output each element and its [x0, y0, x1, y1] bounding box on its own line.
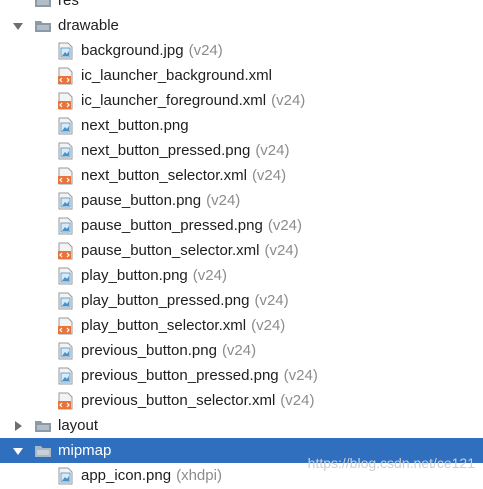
- folder-label-mipmap: mipmap: [58, 442, 111, 459]
- folder-icon: [34, 444, 52, 458]
- file-label: previous_button_pressed.png (v24): [81, 367, 318, 384]
- item-name: layout: [58, 417, 99, 434]
- item-name: pause_button_pressed.png: [81, 217, 263, 234]
- item-name: res: [58, 0, 79, 9]
- file-label: play_button.png (v24): [81, 267, 227, 284]
- item-qualifier: (v24): [251, 167, 287, 184]
- xml-file-icon: [58, 392, 74, 410]
- item-name: ic_launcher_background.xml: [81, 67, 272, 84]
- folder-icon: [34, 419, 52, 433]
- file-row[interactable]: previous_button.png (v24): [0, 338, 483, 363]
- folder-icon: [34, 19, 52, 33]
- folder-label-layout: layout: [58, 417, 98, 434]
- folder-label-res: res: [58, 0, 79, 9]
- image-file-icon: [58, 42, 74, 60]
- folder-label-drawable: drawable: [58, 17, 119, 34]
- item-name: previous_button_selector.xml: [81, 392, 276, 409]
- chevron-down-icon[interactable]: [12, 445, 24, 457]
- item-qualifier: (v24): [251, 317, 286, 334]
- image-file-icon: [58, 267, 74, 285]
- item-qualifier: (v24): [264, 242, 299, 259]
- file-label: play_button_selector.xml (v24): [81, 317, 285, 334]
- item-name: play_button_selector.xml: [81, 317, 247, 334]
- file-label: next_button_pressed.png (v24): [81, 142, 290, 159]
- item-qualifier: (v24): [280, 392, 315, 409]
- item-name: next_button_pressed.png: [81, 142, 251, 159]
- file-row[interactable]: background.jpg (v24): [0, 38, 483, 63]
- folder-row-drawable[interactable]: drawable: [0, 13, 483, 38]
- file-label: previous_button_selector.xml (v24): [81, 392, 314, 409]
- item-qualifier: (v24): [206, 192, 241, 209]
- file-row[interactable]: pause_button.png (v24): [0, 188, 483, 213]
- file-label: pause_button.png (v24): [81, 192, 240, 209]
- item-name: next_button.png: [81, 117, 189, 134]
- file-label: play_button_pressed.png (v24): [81, 292, 289, 309]
- item-qualifier: (v24): [221, 342, 257, 359]
- file-row[interactable]: next_button_selector.xml (v24): [0, 163, 483, 188]
- chevron-right-icon[interactable]: [12, 420, 24, 432]
- xml-file-icon: [58, 242, 74, 260]
- file-label: pause_button_selector.xml (v24): [81, 242, 299, 259]
- item-qualifier: (v24): [267, 217, 303, 234]
- file-label: background.jpg (v24): [81, 42, 223, 59]
- file-row[interactable]: play_button_selector.xml (v24): [0, 313, 483, 338]
- file-label: next_button.png: [81, 117, 189, 134]
- file-row[interactable]: ic_launcher_background.xml: [0, 63, 483, 88]
- item-qualifier: (xhdpi): [176, 467, 222, 484]
- item-name: pause_button.png: [81, 192, 202, 209]
- image-file-icon: [58, 217, 74, 235]
- watermark: https://blog.csdn.net/ce121: [307, 455, 475, 471]
- file-row[interactable]: ic_launcher_foreground.xml (v24): [0, 88, 483, 113]
- file-label: ic_launcher_background.xml: [81, 67, 272, 84]
- image-file-icon: [58, 467, 74, 485]
- file-row[interactable]: next_button_pressed.png (v24): [0, 138, 483, 163]
- xml-file-icon: [58, 67, 74, 85]
- item-name: mipmap: [58, 442, 112, 459]
- file-label: previous_button.png (v24): [81, 342, 256, 359]
- file-row[interactable]: play_button.png (v24): [0, 263, 483, 288]
- file-row[interactable]: previous_button_pressed.png (v24): [0, 363, 483, 388]
- item-name: previous_button_pressed.png: [81, 367, 279, 384]
- file-label: app_icon.png (xhdpi): [81, 467, 222, 484]
- image-file-icon: [58, 367, 74, 385]
- file-row[interactable]: next_button.png: [0, 113, 483, 138]
- file-row[interactable]: pause_button_selector.xml (v24): [0, 238, 483, 263]
- file-row[interactable]: pause_button_pressed.png (v24): [0, 213, 483, 238]
- folder-icon: [34, 0, 52, 8]
- item-name: play_button.png: [81, 267, 188, 284]
- file-label: next_button_selector.xml (v24): [81, 167, 286, 184]
- item-qualifier: (v24): [255, 142, 290, 159]
- image-file-icon: [58, 342, 74, 360]
- item-name: pause_button_selector.xml: [81, 242, 260, 259]
- image-file-icon: [58, 192, 74, 210]
- item-name: play_button_pressed.png: [81, 292, 250, 309]
- item-qualifier: (v24): [188, 42, 223, 59]
- image-file-icon: [58, 292, 74, 310]
- chevron-down-icon[interactable]: [12, 20, 24, 32]
- item-name: background.jpg: [81, 42, 184, 59]
- item-name: app_icon.png: [81, 467, 172, 484]
- item-name: drawable: [58, 17, 119, 34]
- item-qualifier: (v24): [271, 92, 306, 109]
- file-label: pause_button_pressed.png (v24): [81, 217, 302, 234]
- item-name: ic_launcher_foreground.xml: [81, 92, 267, 109]
- item-qualifier: (v24): [192, 267, 227, 284]
- xml-file-icon: [58, 92, 74, 110]
- xml-file-icon: [58, 317, 74, 335]
- file-row[interactable]: play_button_pressed.png (v24): [0, 288, 483, 313]
- file-label: ic_launcher_foreground.xml (v24): [81, 92, 305, 109]
- folder-row-res[interactable]: res: [0, 0, 483, 13]
- item-qualifier: (v24): [283, 367, 318, 384]
- image-file-icon: [58, 142, 74, 160]
- item-name: next_button_selector.xml: [81, 167, 247, 184]
- item-qualifier: (v24): [254, 292, 289, 309]
- image-file-icon: [58, 117, 74, 135]
- xml-file-icon: [58, 167, 74, 185]
- item-name: previous_button.png: [81, 342, 217, 359]
- folder-row-layout[interactable]: layout: [0, 413, 483, 438]
- file-row[interactable]: previous_button_selector.xml (v24): [0, 388, 483, 413]
